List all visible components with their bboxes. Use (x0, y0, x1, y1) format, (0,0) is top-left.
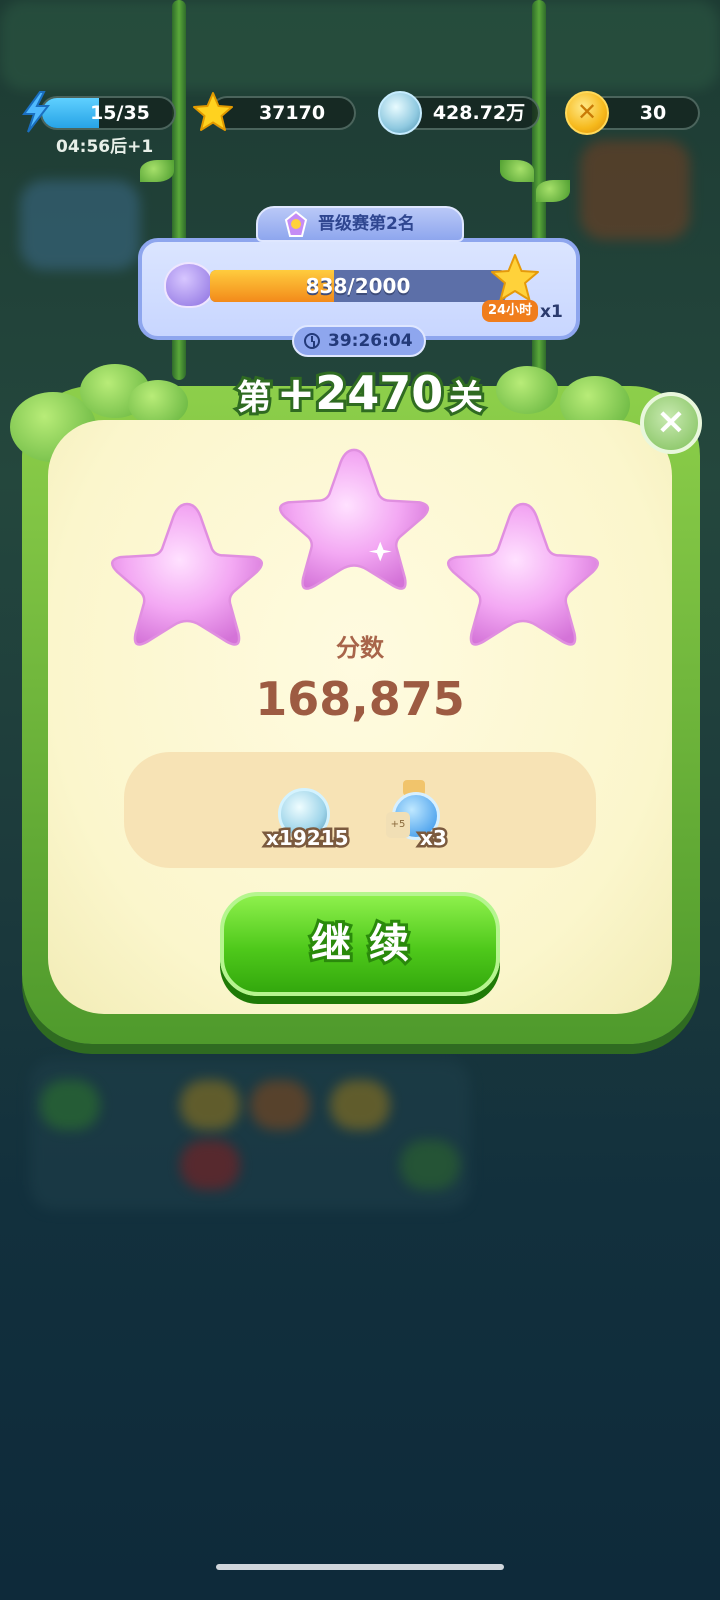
vine-leaf (140, 160, 174, 182)
vine-leaf (500, 160, 534, 182)
home-indicator[interactable] (216, 1564, 504, 1570)
continue-label: 继续 (308, 918, 427, 970)
level-title: 第 +2470 关 (0, 363, 720, 423)
tournament-progress-bar: 838/2000 (210, 270, 506, 302)
level-number: +2470 (274, 363, 447, 423)
score-label: 分数 (336, 634, 384, 662)
stars-value: 37170 (258, 102, 326, 124)
gold-coin-icon: ✕ (565, 91, 609, 135)
rewards-panel (124, 752, 596, 868)
level-suffix: 关 (446, 375, 486, 421)
energy-value: 15/35 (90, 102, 150, 124)
silver-coins-value: 428.72万 (432, 102, 526, 124)
clock-icon (304, 333, 320, 349)
tournament-progress-text: 838/2000 (305, 274, 411, 298)
lightning-icon (22, 91, 51, 133)
vine-leaf (536, 180, 570, 202)
close-button[interactable]: × (640, 392, 702, 454)
tournament-timer: 39:26:04 (292, 325, 426, 357)
rank-crown-icon (284, 210, 308, 237)
tournament-tab[interactable]: 晋级赛第2名 (256, 206, 464, 242)
goal-star-icon (491, 254, 539, 301)
silver-coin-reward-amount: x19215 (263, 824, 351, 853)
continue-button[interactable]: 继续 (220, 892, 500, 996)
score-value: 168,875 (255, 672, 465, 726)
reward-bag-icon (164, 262, 214, 308)
potion-tag-icon: +5 (386, 812, 410, 838)
result-star-2 (278, 448, 430, 590)
energy-regen-timer: 04:56后+1 (56, 137, 154, 157)
potion-reward-amount: x3 (418, 824, 450, 853)
star-icon (193, 92, 233, 131)
tournament-title: 晋级赛第2名 (318, 214, 415, 234)
goal-multiplier: x1 (540, 302, 563, 322)
energy-counter[interactable]: 15/35 (40, 96, 176, 130)
tournament-timer-text: 39:26:04 (328, 331, 413, 351)
gold-coins-value: 30 (639, 102, 667, 124)
level-prefix: 第 (234, 375, 274, 421)
goal-duration-badge: 24小时 (482, 300, 539, 322)
silver-coin-icon (378, 91, 422, 135)
